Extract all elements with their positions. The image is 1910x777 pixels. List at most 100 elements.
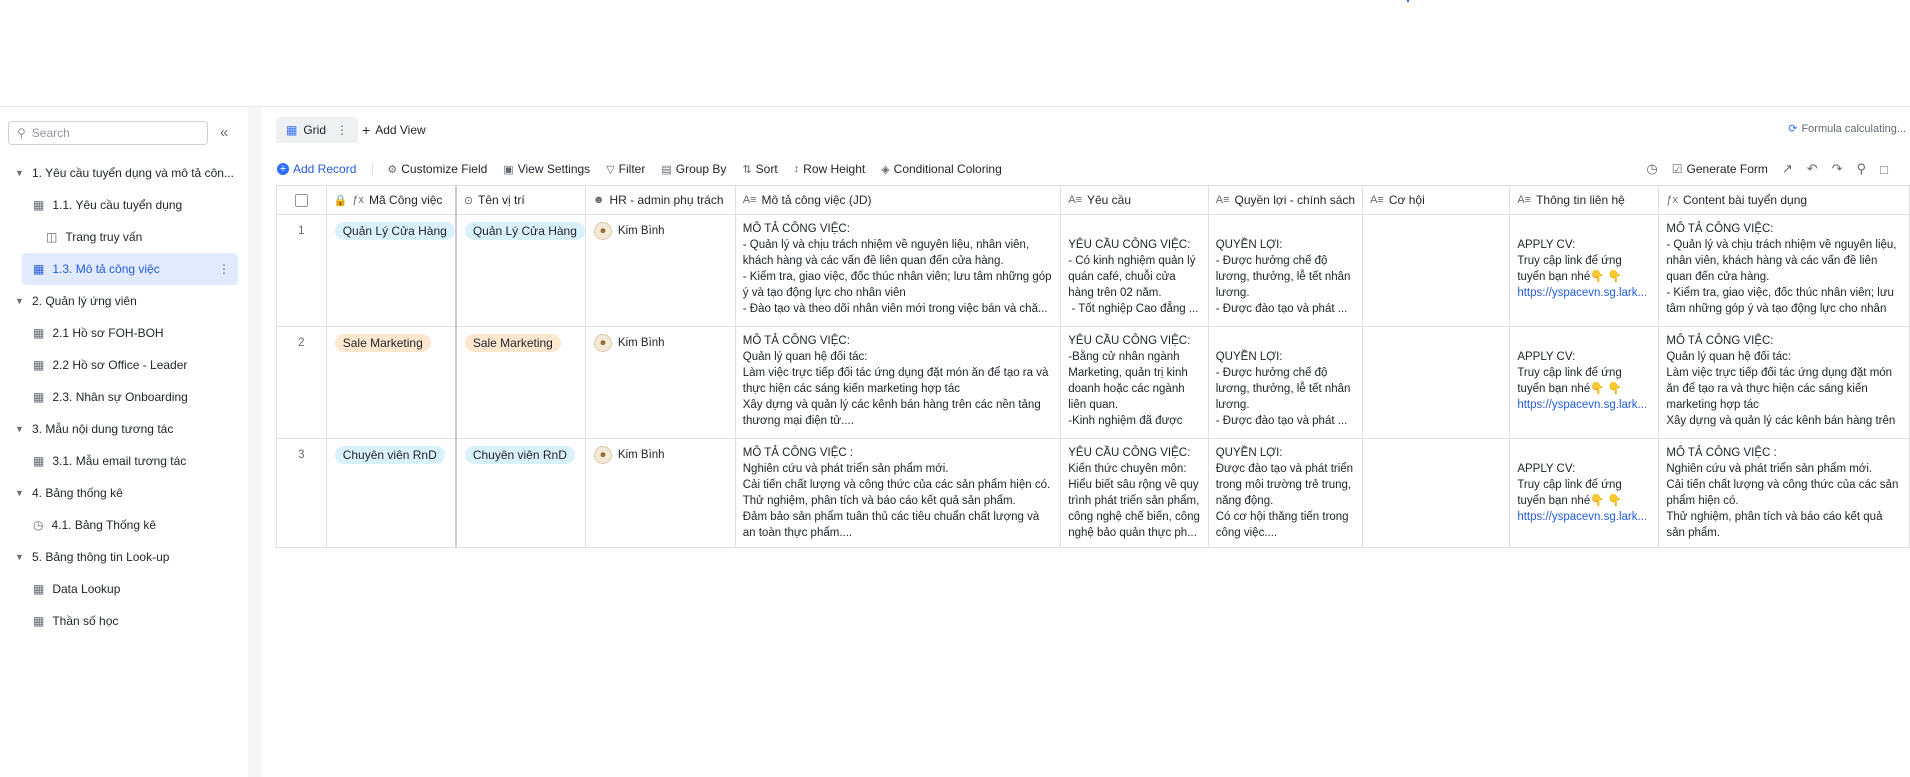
paint-icon: ◈ — [881, 163, 890, 176]
cell-co-hoi[interactable] — [1362, 214, 1511, 327]
comment-icon[interactable]: □ — [1880, 162, 1888, 177]
chevron-down-icon[interactable]: ▼ — [15, 488, 25, 498]
sidebar-item-bang-thong-ke[interactable]: ◷ 4.1. Bảng Thống kê — [0, 509, 248, 541]
cell-ma-cong-viec[interactable]: Quản Lý Cửa Hàng — [326, 214, 457, 327]
sidebar-item-ho-so-foh-boh[interactable]: ▦ 2.1 Hồ sơ FOH-BOH — [0, 317, 248, 349]
group-by-button[interactable]: ▤ Group By — [661, 162, 726, 176]
apply-link[interactable]: https://yspacevn.sg.lark... — [1517, 287, 1647, 299]
table-row[interactable]: 2 Sale Marketing Sale Marketing ☻ Kim Bìn… — [277, 326, 1910, 439]
column-header-mo-ta-cong-viec[interactable]: A≡ Mô tả công việc (JD) — [735, 186, 1062, 215]
cell-hr[interactable]: ☻ Kim Bình — [585, 438, 736, 547]
view-settings-button[interactable]: ▣ View Settings — [503, 162, 590, 176]
cell-quyen-loi[interactable]: QUYỀN LỢI: Được đào tạo và phát triển tr… — [1208, 438, 1364, 547]
column-header-yeu-cau[interactable]: A≡ Yêu cầu — [1060, 186, 1209, 215]
cell-jd[interactable]: MÔ TẢ CÔNG VIỆC: Quản lý quan hệ đối tác… — [735, 326, 1062, 439]
column-header-co-hoi[interactable]: A≡ Cơ hội — [1362, 186, 1511, 215]
cell-text: QUYỀN LỢI: Được đào tạo và phát triển tr… — [1215, 447, 1354, 539]
column-header-quyen-loi[interactable]: A≡ Quyền lợi - chính sách — [1208, 186, 1364, 215]
sidebar-item-yeu-cau-tuyen-dung[interactable]: ▦ 1.1. Yêu cầu tuyển dụng — [0, 189, 248, 221]
tab-more-icon[interactable]: ⋮ — [336, 123, 348, 137]
cell-yeu-cau[interactable]: YÊU CẦU CÔNG VIỆC: Kiến thức chuyên môn:… — [1060, 438, 1209, 547]
search-records-icon[interactable]: ⚲ — [1857, 161, 1867, 177]
cell-jd[interactable]: MÔ TẢ CÔNG VIỆC : Nghiên cứu và phát tri… — [735, 438, 1062, 547]
sidebar-item-mo-ta-cong-viec[interactable]: ▦ 1.3. Mô tả công việc ⋮ — [22, 253, 238, 285]
cell-content[interactable]: MÔ TẢ CÔNG VIỆC: - Quản lý và chịu trách… — [1658, 214, 1910, 327]
row-number[interactable]: 3 — [277, 438, 327, 547]
table-icon: ▦ — [33, 390, 45, 404]
generate-form-button[interactable]: ☑ Generate Form — [1672, 162, 1768, 176]
undo-icon[interactable]: ↶ — [1807, 161, 1818, 177]
apply-link[interactable]: https://yspacevn.sg.lark... — [1517, 399, 1647, 411]
cell-quyen-loi[interactable]: QUYỀN LỢI: - Được hưởng chế độ lương, th… — [1208, 214, 1364, 327]
cell-content[interactable]: MÔ TẢ CÔNG VIỆC : Nghiên cứu và phát tri… — [1658, 438, 1910, 547]
collapse-sidebar-icon[interactable]: « — [220, 124, 228, 141]
row-height-button[interactable]: ↕ Row Height — [794, 162, 866, 176]
filter-button[interactable]: ▽ Filter — [606, 162, 645, 176]
cell-co-hoi[interactable] — [1362, 438, 1511, 547]
tab-grid-label: Grid — [303, 123, 327, 137]
select-all-header[interactable] — [277, 186, 327, 215]
column-header-content[interactable]: ƒx Content bài tuyển dụng — [1658, 186, 1910, 215]
apply-link[interactable]: https://yspacevn.sg.lark... — [1517, 511, 1647, 523]
grid-icon: ▦ — [286, 123, 298, 137]
cell-ma-cong-viec[interactable]: Chuyên viên RnD — [326, 438, 457, 547]
tab-grid[interactable]: ▦ Grid ⋮ — [276, 117, 359, 143]
column-header-thong-tin-lien-he[interactable]: A≡ Thông tin liên hệ — [1509, 186, 1660, 215]
checkbox-icon[interactable] — [294, 193, 308, 207]
add-view-button[interactable]: + Add View — [362, 122, 426, 138]
cell-text: APPLY CV: Truy cập link để ứng tuyển bạn… — [1517, 463, 1623, 507]
add-view-label: Add View — [375, 123, 426, 137]
cell-ten-vi-tri[interactable]: Quản Lý Cửa Hàng — [455, 214, 586, 327]
cell-ma-cong-viec[interactable]: Sale Marketing — [326, 326, 457, 439]
sidebar-item-mau-email[interactable]: ▦ 3.1. Mẫu email tương tác — [0, 445, 248, 477]
cell-hr[interactable]: ☻ Kim Bình — [585, 214, 736, 327]
cell-co-hoi[interactable] — [1362, 326, 1511, 439]
cell-yeu-cau[interactable]: YÊU CẦU CÔNG VIỆC: -Bằng cử nhân ngành M… — [1060, 326, 1209, 439]
cell-text — [1363, 439, 1509, 542]
chevron-down-icon[interactable]: ▼ — [15, 168, 25, 178]
more-options-icon[interactable]: ⋮ — [218, 262, 230, 276]
chevron-down-icon[interactable]: ▼ — [15, 552, 25, 562]
sidebar-item-nhan-su-onboarding[interactable]: ▦ 2.3. Nhân sự Onboarding — [0, 381, 248, 413]
sidebar-group-5[interactable]: ▼ 5. Bảng thông tin Look-up — [0, 541, 248, 573]
conditional-coloring-button[interactable]: ◈ Conditional Coloring — [881, 162, 1002, 176]
sidebar-group-4[interactable]: ▼ 4. Bảng thống kê — [0, 477, 248, 509]
sidebar-group-1[interactable]: ▼ 1. Yêu cầu tuyển dụng và mô tả côn... — [0, 157, 248, 189]
cell-hr[interactable]: ☻ Kim Bình — [585, 326, 736, 439]
cell-text — [1363, 327, 1509, 430]
column-header-hr-admin[interactable]: ☻ HR - admin phụ trách — [585, 186, 736, 215]
cell-thong-tin-lien-he[interactable]: APPLY CV: Truy cập link để ứng tuyển bạn… — [1509, 438, 1660, 547]
redo-icon[interactable]: ↷ — [1832, 161, 1843, 177]
sidebar-item-than-so-hoc[interactable]: ▦ Thần số học — [0, 605, 248, 637]
sort-button[interactable]: ⇅ Sort — [742, 162, 777, 176]
sidebar-item-trang-truy-van[interactable]: ◫ Trang truy vấn — [0, 221, 248, 253]
chevron-down-icon[interactable]: ▼ — [15, 296, 25, 306]
table-row[interactable]: 3 Chuyên viên RnD Chuyên viên RnD ☻ Kim B… — [277, 438, 1910, 547]
history-icon[interactable]: ◷ — [1646, 161, 1657, 177]
search-input[interactable]: ⚲ Search — [8, 121, 208, 145]
toolbar-divider — [372, 162, 374, 176]
customize-field-button[interactable]: ⚙ Customize Field — [387, 162, 487, 176]
cell-contact: APPLY CV: Truy cập link để ứng tuyển bạn… — [1510, 327, 1658, 430]
cell-content[interactable]: MÔ TẢ CÔNG VIỆC: Quản lý quan hệ đối tác… — [1658, 326, 1910, 439]
cell-ten-vi-tri[interactable]: Sale Marketing — [455, 326, 586, 439]
row-number[interactable]: 1 — [277, 214, 327, 327]
cell-quyen-loi[interactable]: QUYỀN LỢI: - Được hưởng chế độ lương, th… — [1208, 326, 1364, 439]
sidebar-group-3[interactable]: ▼ 3. Mẫu nội dung tương tác — [0, 413, 248, 445]
sidebar-group-2[interactable]: ▼ 2. Quản lý ứng viên — [0, 285, 248, 317]
column-header-ten-vi-tri[interactable]: ⊙ Tên vị trí — [455, 186, 586, 215]
row-number[interactable]: 2 — [277, 326, 327, 439]
view-settings-icon: ▣ — [503, 163, 514, 176]
cell-yeu-cau[interactable]: YÊU CẦU CÔNG VIỆC: - Có kinh nghiệm quản… — [1060, 214, 1209, 327]
chevron-down-icon[interactable]: ▼ — [15, 424, 25, 434]
cell-thong-tin-lien-he[interactable]: APPLY CV: Truy cập link để ứng tuyển bạn… — [1509, 214, 1660, 327]
add-record-button[interactable]: + Add Record — [277, 162, 356, 176]
share-icon[interactable]: ↗ — [1782, 161, 1793, 177]
cell-thong-tin-lien-he[interactable]: APPLY CV: Truy cập link để ứng tuyển bạn… — [1509, 326, 1660, 439]
sidebar-item-ho-so-office-leader[interactable]: ▦ 2.2 Hồ sơ Office - Leader — [0, 349, 248, 381]
cell-jd[interactable]: MÔ TẢ CÔNG VIỆC: - Quản lý và chịu trách… — [735, 214, 1062, 327]
cell-ten-vi-tri[interactable]: Chuyên viên RnD — [455, 438, 586, 547]
table-row[interactable]: 1 Quản Lý Cửa Hàng Quản Lý Cửa Hàng ☻ Kim… — [277, 214, 1910, 327]
sidebar-item-data-lookup[interactable]: ▦ Data Lookup — [0, 573, 248, 605]
column-header-ma-cong-viec[interactable]: 🔒 ƒx Mã Công việc — [326, 186, 457, 215]
